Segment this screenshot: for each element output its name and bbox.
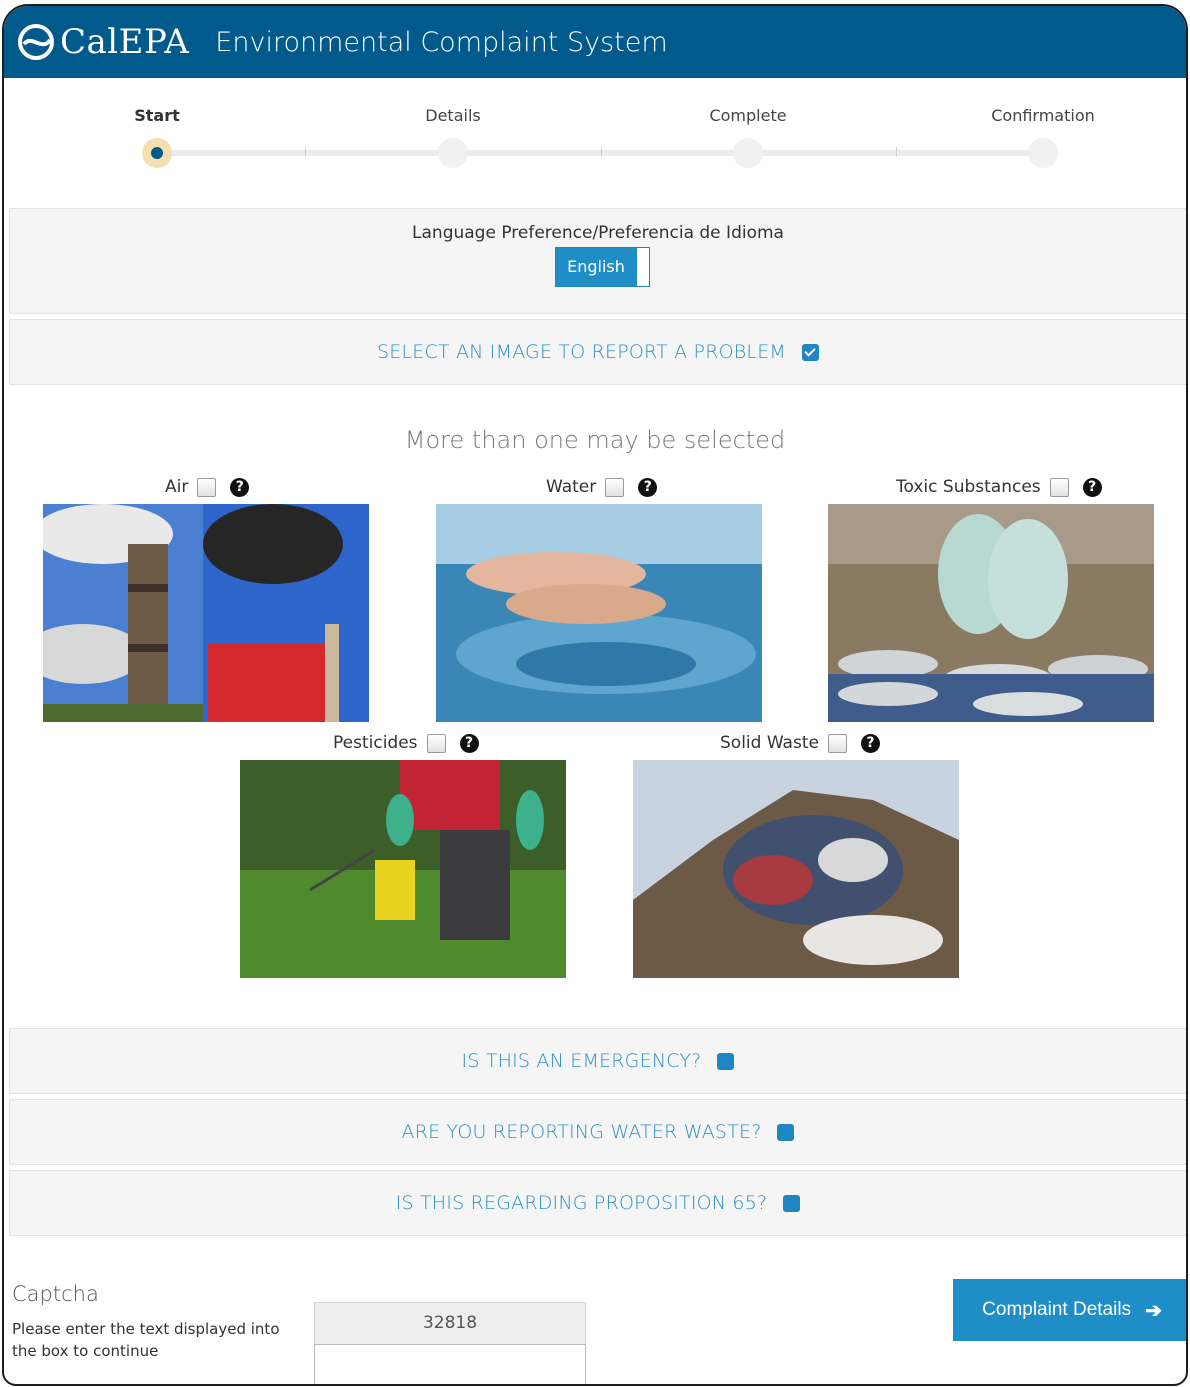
progress-tick	[601, 147, 602, 157]
category-solid-waste-label: Solid Waste	[720, 733, 819, 753]
complaint-details-button[interactable]: Complaint Details ➔	[953, 1279, 1186, 1341]
language-option-english[interactable]: English	[556, 248, 636, 286]
captcha-title: Captcha	[12, 1282, 99, 1306]
category-pesticides-checkbox[interactable]	[426, 733, 446, 753]
app-header: CalEPA Environmental Complaint System	[4, 6, 1186, 78]
progress-tick	[896, 147, 897, 157]
category-toxic-substances: Toxic Substances ?	[828, 477, 1154, 722]
category-pesticides-label-row: Pesticides ?	[333, 733, 479, 753]
image-section-checkbox[interactable]	[802, 343, 819, 361]
air-photo[interactable]	[43, 504, 369, 722]
question-circle-icon[interactable]: ?	[459, 733, 479, 753]
category-solid-waste-checkbox[interactable]	[827, 733, 847, 753]
question-circle-icon[interactable]: ?	[638, 477, 658, 497]
language-title: Language Preference/Preferencia de Idiom…	[412, 223, 784, 243]
water-waste-heading: ARE YOU REPORTING WATER WASTE?	[401, 1121, 762, 1143]
language-option-spanish[interactable]	[636, 248, 649, 286]
step-dot-confirmation	[1028, 138, 1058, 168]
category-water: Water ?	[436, 477, 762, 722]
step-dot-complete	[733, 138, 763, 168]
proposition-65-heading: IS THIS REGARDING PROPOSITION 65?	[395, 1192, 768, 1214]
step-dot-start	[142, 138, 172, 168]
progress-steps: Start Details Complete Confirmation	[4, 80, 1186, 210]
step-label-complete: Complete	[709, 106, 787, 125]
category-water-label: Water	[546, 477, 597, 497]
category-water-checkbox[interactable]	[605, 477, 625, 497]
app-frame: CalEPA Environmental Complaint System St…	[2, 4, 1188, 1386]
category-water-label-row: Water ?	[546, 477, 658, 497]
captcha-input[interactable]	[314, 1344, 586, 1384]
category-toxic-checkbox[interactable]	[1049, 477, 1069, 497]
step-label-start: Start	[134, 106, 180, 125]
logo-text: CalEPA	[60, 22, 190, 62]
category-air-label: Air	[165, 477, 189, 497]
category-solid-waste-label-row: Solid Waste ?	[720, 733, 880, 753]
solid-waste-photo[interactable]	[633, 760, 959, 978]
category-air-checkbox[interactable]	[197, 477, 217, 497]
proposition-65-checkbox[interactable]	[783, 1194, 801, 1212]
water-photo[interactable]	[436, 504, 762, 722]
category-air-label-row: Air ?	[165, 477, 250, 497]
question-circle-icon[interactable]: ?	[1082, 477, 1102, 497]
image-section-heading: SELECT AN IMAGE TO REPORT A PROBLEM	[376, 341, 786, 363]
toxic-photo[interactable]	[828, 504, 1154, 722]
image-section-subheading: More than one may be selected	[404, 426, 786, 454]
calepa-swirl-icon	[18, 24, 54, 60]
step-label-details: Details	[425, 106, 481, 125]
category-air: Air ?	[43, 477, 369, 722]
complaint-details-label: Complaint Details	[982, 1299, 1132, 1320]
proposition-65-section[interactable]: IS THIS REGARDING PROPOSITION 65?	[9, 1170, 1186, 1236]
step-dot-details	[438, 138, 468, 168]
captcha-instructions: Please enter the text displayed into the…	[12, 1320, 280, 1360]
question-circle-icon[interactable]: ?	[230, 477, 250, 497]
language-panel: Language Preference/Preferencia de Idiom…	[9, 208, 1186, 314]
language-toggle[interactable]: English	[555, 247, 650, 287]
calepa-logo[interactable]: CalEPA	[16, 22, 189, 62]
category-toxic-label: Toxic Substances	[896, 477, 1041, 497]
app-title: Environmental Complaint System	[215, 26, 668, 58]
step-label-confirmation: Confirmation	[991, 106, 1095, 125]
category-pesticides: Pesticides ?	[240, 733, 566, 978]
question-circle-icon[interactable]: ?	[860, 733, 880, 753]
water-waste-section[interactable]: ARE YOU REPORTING WATER WASTE?	[9, 1099, 1186, 1165]
category-toxic-label-row: Toxic Substances ?	[896, 477, 1102, 497]
emergency-section[interactable]: IS THIS AN EMERGENCY?	[9, 1028, 1186, 1094]
image-section-header[interactable]: SELECT AN IMAGE TO REPORT A PROBLEM	[9, 319, 1186, 385]
captcha-code: 32818	[314, 1302, 586, 1345]
category-solid-waste: Solid Waste ?	[633, 733, 959, 978]
pesticides-photo[interactable]	[240, 760, 566, 978]
water-waste-checkbox[interactable]	[777, 1123, 795, 1141]
progress-track	[154, 150, 1044, 156]
arrow-right-icon: ➔	[1145, 1299, 1162, 1322]
category-pesticides-label: Pesticides	[333, 733, 418, 753]
progress-tick	[305, 147, 306, 157]
emergency-heading: IS THIS AN EMERGENCY?	[461, 1050, 702, 1072]
emergency-checkbox[interactable]	[717, 1052, 735, 1070]
